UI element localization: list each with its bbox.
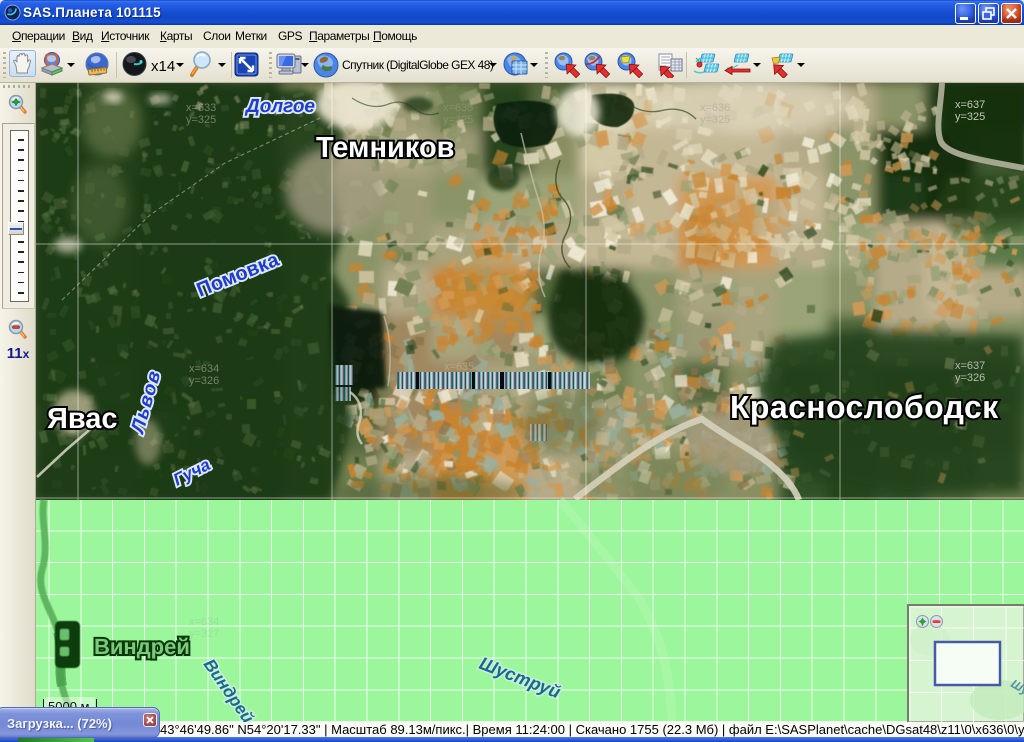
svg-text:y=325: y=325 bbox=[700, 114, 730, 126]
svg-text:x=637: x=637 bbox=[955, 360, 985, 372]
svg-text:y=325: y=325 bbox=[443, 114, 473, 126]
svg-text:y=326: y=326 bbox=[955, 372, 985, 384]
svg-text:Краснослободск: Краснослободск bbox=[730, 389, 999, 425]
svg-text:x=633: x=633 bbox=[186, 102, 216, 114]
svg-text:Виндрей: Виндрей bbox=[94, 634, 190, 659]
svg-text:y=327: y=327 bbox=[189, 628, 219, 640]
svg-text:x=635: x=635 bbox=[444, 361, 474, 373]
svg-text:y=325: y=325 bbox=[955, 111, 985, 123]
svg-text:y=325: y=325 bbox=[186, 114, 216, 126]
svg-text:y=326: y=326 bbox=[189, 375, 219, 387]
svg-text:x=636: x=636 bbox=[700, 102, 730, 114]
svg-text:x=634: x=634 bbox=[189, 616, 219, 628]
svg-text:Явас: Явас bbox=[47, 403, 118, 435]
svg-text:x=637: x=637 bbox=[955, 99, 985, 111]
svg-text:Темников: Темников bbox=[316, 132, 455, 164]
svg-text:Долгое: Долгое bbox=[244, 96, 315, 117]
svg-text:x=635: x=635 bbox=[443, 102, 473, 114]
svg-text:x=634: x=634 bbox=[189, 363, 219, 375]
